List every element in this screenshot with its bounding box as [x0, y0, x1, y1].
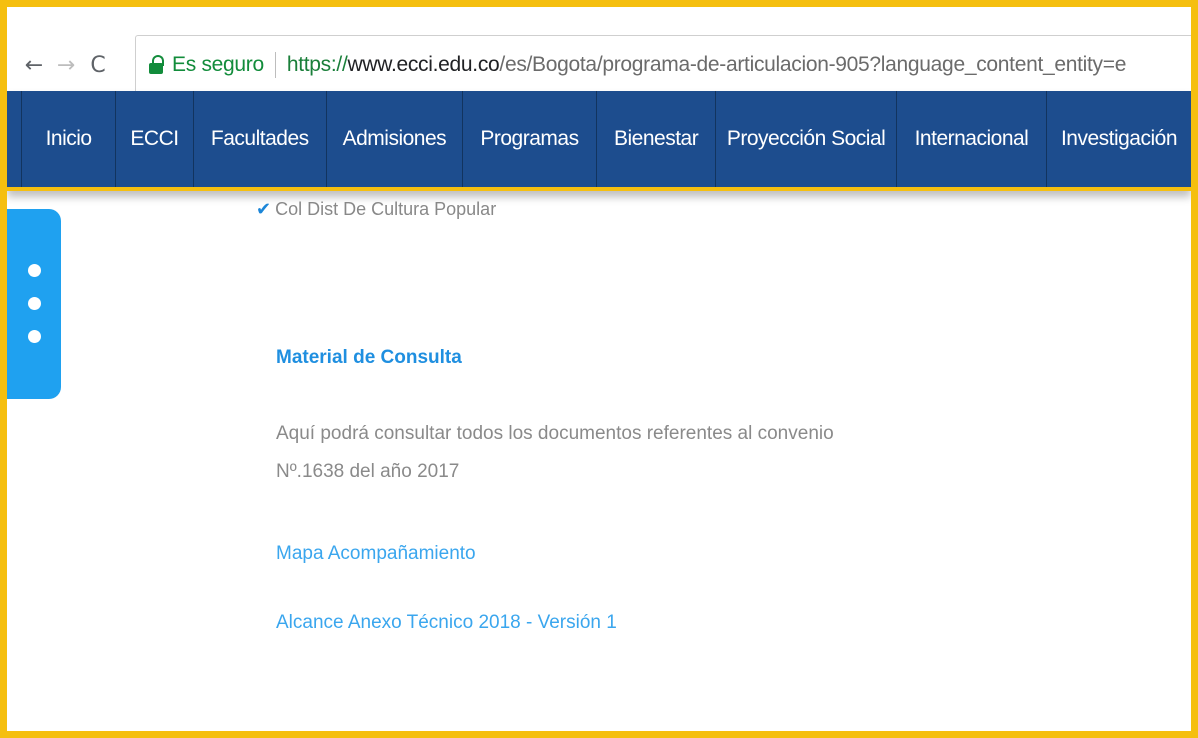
- nav-item-admisiones[interactable]: Admisiones: [327, 91, 463, 187]
- screenshot-frame: ← → C Es seguro https://www.ecci.edu.co/…: [0, 0, 1198, 738]
- description-paragraph: Aquí podrá consultar todos los documento…: [276, 423, 834, 482]
- checkmark-icon: ✔: [256, 199, 272, 219]
- url-scheme: https://: [286, 53, 348, 76]
- nav-item-ecci[interactable]: ECCI: [116, 91, 194, 187]
- dot-icon: [28, 330, 41, 343]
- dot-icon: [28, 264, 41, 277]
- nav-item-programas[interactable]: Programas: [463, 91, 598, 187]
- school-list-item: ✔ Col Dist De Cultura Popular: [256, 199, 496, 220]
- link-mapa-acompanamiento[interactable]: Mapa Acompañamiento: [276, 543, 476, 565]
- nav-item-proyeccion-social[interactable]: Proyección Social: [716, 91, 897, 187]
- nav-item-internacional[interactable]: Internacional: [897, 91, 1047, 187]
- browser-toolbar: ← → C Es seguro https://www.ecci.edu.co/…: [7, 7, 1191, 95]
- forward-arrow-icon[interactable]: →: [53, 45, 79, 85]
- address-separator: [274, 52, 276, 78]
- side-menu-tab[interactable]: [7, 209, 61, 399]
- secure-label[interactable]: Es seguro: [172, 53, 264, 77]
- url-path: /es/Bogota/programa-de-articulacion-905?…: [499, 53, 1127, 76]
- school-item-label: Col Dist De Cultura Popular: [275, 199, 497, 219]
- url-host: www.ecci.edu.co: [347, 53, 500, 76]
- url-text[interactable]: https://www.ecci.edu.co/es/Bogota/progra…: [286, 53, 1127, 77]
- site-main-nav: Inicio ECCI Facultades Admisiones Progra…: [7, 91, 1191, 191]
- nav-item-bienestar[interactable]: Bienestar: [597, 91, 717, 187]
- nav-item-facultades[interactable]: Facultades: [194, 91, 327, 187]
- back-arrow-icon[interactable]: ←: [21, 45, 47, 85]
- nav-edge: [7, 91, 22, 187]
- reload-icon[interactable]: C: [83, 45, 113, 85]
- lock-icon[interactable]: [149, 55, 165, 75]
- section-title: Material de Consulta: [276, 347, 462, 368]
- link-alcance-anexo-tecnico[interactable]: Alcance Anexo Técnico 2018 - Versión 1: [276, 612, 617, 634]
- nav-item-inicio[interactable]: Inicio: [22, 91, 117, 187]
- dot-icon: [28, 297, 41, 310]
- address-bar[interactable]: Es seguro https://www.ecci.edu.co/es/Bog…: [135, 35, 1191, 95]
- nav-item-investigacion[interactable]: Investigación: [1047, 91, 1191, 187]
